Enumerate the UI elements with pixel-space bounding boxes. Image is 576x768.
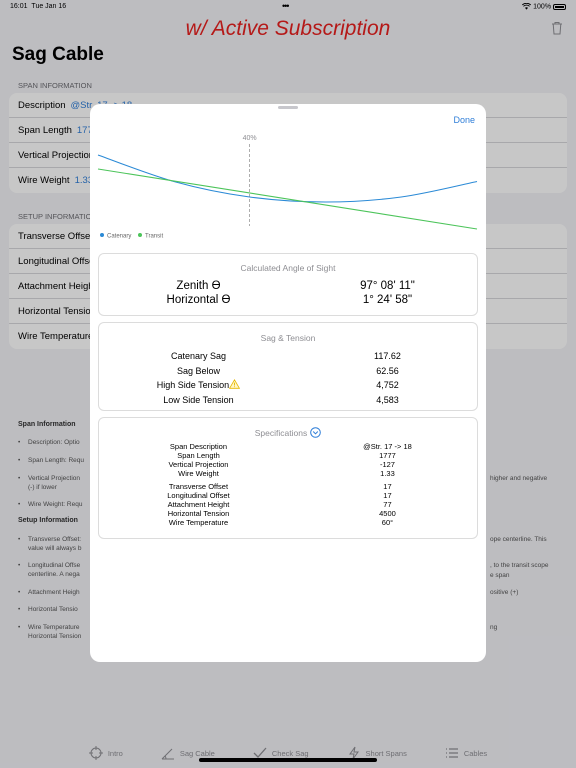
sag-below-row: Sag Below 62.56 [99, 364, 477, 379]
spec-row: Wire Weight 1.33 [99, 469, 477, 478]
card-title: Calculated Angle of Sight [240, 263, 336, 273]
warning-icon[interactable] [229, 379, 241, 389]
row-label: Low Side Tension [163, 394, 234, 405]
sheet-grabber[interactable] [278, 106, 298, 109]
row-value: 97° 08' 11" [360, 280, 415, 292]
row-value: 4,752 [376, 380, 399, 390]
sag-chart: 40% Catenary Transit [97, 135, 478, 240]
spec-row: Wire Temperature 60° [99, 518, 477, 527]
horizontal-angle-row: Horizontal ϴ 1° 24' 58" [99, 293, 477, 307]
row-value: -127 [379, 460, 395, 469]
row-value: 1° 24' 58" [362, 294, 413, 306]
spec-row: Span Length 1777 [99, 451, 477, 460]
legend-swatch-catenary [100, 233, 104, 237]
row-value: 1777 [379, 451, 396, 460]
chevron-down-circle-icon [310, 427, 322, 438]
legend-swatch-transit [138, 233, 142, 237]
row-value: 62.56 [376, 365, 399, 376]
row-label: Catenary Sag [170, 351, 226, 361]
row-value: 117.62 [374, 351, 401, 361]
row-label: Transverse Offset [168, 482, 229, 491]
row-value: 17 [383, 482, 392, 491]
angle-of-sight-card: Calculated Angle of Sight Zenith ϴ 97° 08… [98, 253, 478, 316]
row-label: High Side Tension [99, 378, 298, 393]
chart-legend: Catenary Transit [100, 233, 163, 240]
row-label: Attachment Height [167, 500, 230, 509]
spec-row: Span Description @Str. 17 -> 18 [99, 442, 477, 451]
zenith-row: Zenith ϴ 97° 08' 11" [99, 279, 477, 293]
spec-group-setup: Transverse Offset 17 Longitudinal Offset 1… [99, 482, 477, 527]
row-label: Horizontal Tension [167, 509, 230, 518]
row-label: Longitudinal Offset [167, 491, 230, 500]
card-title: Specifications [254, 428, 308, 438]
row-label: Vertical Projection [168, 460, 229, 469]
done-button[interactable]: Done [453, 115, 475, 125]
results-sheet: Done 40% Catenary Transit Calculated Ang… [90, 104, 486, 662]
spec-row: Longitudinal Offset 17 [99, 491, 477, 500]
specifications-card: Specifications Span Description @Str. 17 … [98, 417, 478, 539]
row-value: 17 [383, 491, 392, 500]
row-value: 4500 [379, 509, 396, 518]
home-indicator[interactable] [199, 758, 377, 762]
row-label: Sag Below [176, 365, 220, 376]
sag-tension-card: Sag & Tension Catenary Sag 117.62 Sag Bel… [98, 322, 478, 411]
catenary-sag-row: Catenary Sag 117.62 [99, 349, 477, 364]
low-side-tension-row: Low Side Tension 4,583 [99, 393, 477, 408]
spec-group-span: Span Description @Str. 17 -> 18 Span Leng… [99, 442, 477, 478]
high-side-tension-row: High Side Tension 4,752 [99, 378, 477, 393]
spec-row: Vertical Projection -127 [99, 460, 477, 469]
row-value: 4,583 [376, 394, 399, 405]
legend-label-transit: Transit [145, 234, 163, 240]
row-label: Wire Temperature [168, 518, 229, 527]
row-label: Span Description [169, 442, 228, 451]
spec-row: Attachment Height 77 [99, 500, 477, 509]
row-label: Span Length [177, 451, 220, 460]
row-value: @Str. 17 -> 18 [363, 442, 412, 451]
spec-row: Transverse Offset 17 [99, 482, 477, 491]
legend-label-catenary: Catenary [107, 234, 131, 240]
row-value: 1.33 [380, 469, 395, 478]
card-title: Sag & Tension [260, 333, 316, 343]
row-value: 77 [383, 500, 392, 509]
row-label: Horizontal ϴ [166, 294, 231, 306]
chart-marker-label: 40% [243, 135, 257, 142]
spec-row: Horizontal Tension 4500 [99, 509, 477, 518]
row-label: Wire Weight [178, 469, 219, 478]
row-label: Zenith ϴ [176, 280, 221, 292]
row-value: 60° [381, 518, 394, 527]
specifications-toggle[interactable]: Specifications [99, 427, 477, 438]
series-line-transit [97, 168, 478, 230]
